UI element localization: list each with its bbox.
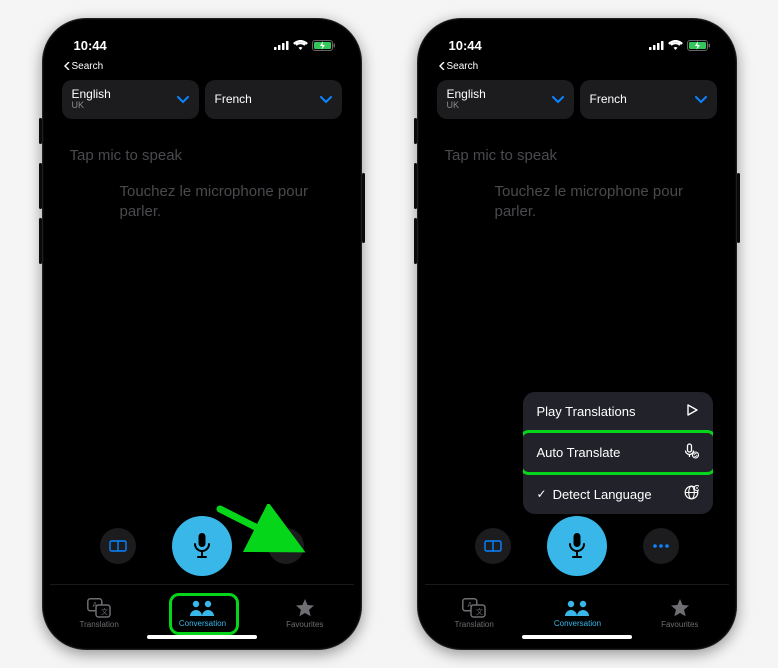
target-language-selector[interactable]: French (580, 80, 717, 119)
tab-translation[interactable]: A文 Translation (455, 598, 494, 629)
svg-text:A: A (93, 602, 98, 609)
tab-bar: A文 Translation Conversation Favourites (50, 584, 354, 642)
face-to-face-button[interactable] (475, 528, 511, 564)
more-options-button[interactable] (268, 528, 304, 564)
prompt-english: Tap mic to speak (70, 147, 334, 164)
phone-mockup-2: 10:44 Search EnglishUK French Tap mic to… (417, 18, 737, 650)
play-icon (685, 403, 699, 420)
more-options-menu: Play Translations Auto Translate ✓Detect… (523, 392, 713, 514)
chevron-down-icon (552, 91, 564, 109)
svg-text:文: 文 (101, 607, 108, 616)
globe-icon (684, 485, 699, 503)
prompt-french: Touchez le microphone pour parler. (120, 182, 334, 221)
tab-conversation[interactable]: Conversation (554, 599, 601, 628)
microphone-button[interactable] (547, 516, 607, 576)
tab-translation-label: Translation (455, 620, 494, 629)
tab-translation-label: Translation (80, 620, 119, 629)
prompt-english: Tap mic to speak (445, 147, 709, 164)
tab-conversation-label: Conversation (179, 619, 226, 628)
menu-item-play-translations[interactable]: Play Translations (523, 392, 713, 432)
notch (132, 26, 272, 48)
target-language-selector[interactable]: French (205, 80, 342, 119)
source-language-selector[interactable]: EnglishUK (62, 80, 199, 119)
controls-row (425, 516, 729, 584)
back-search-link[interactable]: Search (50, 60, 354, 72)
face-to-face-button[interactable] (100, 528, 136, 564)
svg-text:A: A (468, 602, 473, 609)
notch (507, 26, 647, 48)
signal-icon (274, 40, 289, 50)
tab-conversation[interactable]: Conversation (179, 599, 226, 628)
status-time: 10:44 (449, 38, 482, 53)
menu-item-auto-translate[interactable]: Auto Translate (523, 432, 713, 474)
tab-conversation-label: Conversation (554, 619, 601, 628)
tab-favourites[interactable]: Favourites (661, 598, 698, 629)
chevron-down-icon (320, 91, 332, 109)
menu-item-detect-language[interactable]: ✓Detect Language (523, 474, 713, 514)
tab-translation[interactable]: A文 Translation (80, 598, 119, 629)
signal-icon (649, 40, 664, 50)
tab-bar: A文 Translation Conversation Favourites (425, 584, 729, 642)
source-language-selector[interactable]: EnglishUK (437, 80, 574, 119)
tab-favourites-label: Favourites (661, 620, 698, 629)
tab-favourites[interactable]: Favourites (286, 598, 323, 629)
mic-auto-icon (683, 443, 699, 462)
target-language-name: French (590, 93, 627, 106)
microphone-button[interactable] (172, 516, 232, 576)
home-indicator[interactable] (522, 635, 632, 639)
battery-icon (312, 40, 336, 51)
prompt-french: Touchez le microphone pour parler. (495, 182, 709, 221)
svg-text:文: 文 (476, 607, 483, 616)
back-search-link[interactable]: Search (425, 60, 729, 72)
target-language-name: French (215, 93, 252, 106)
checkmark-icon: ✓ (537, 487, 547, 501)
home-indicator[interactable] (147, 635, 257, 639)
more-options-button[interactable] (643, 528, 679, 564)
battery-icon (687, 40, 711, 51)
phone-mockup-1: 10:44 Search EnglishUK French Tap mic to… (42, 18, 362, 650)
source-language-sub: UK (447, 101, 486, 111)
controls-row (50, 516, 354, 584)
wifi-icon (293, 40, 308, 51)
chevron-down-icon (177, 91, 189, 109)
wifi-icon (668, 40, 683, 51)
source-language-sub: UK (72, 101, 111, 111)
tab-favourites-label: Favourites (286, 620, 323, 629)
chevron-down-icon (695, 91, 707, 109)
status-time: 10:44 (74, 38, 107, 53)
